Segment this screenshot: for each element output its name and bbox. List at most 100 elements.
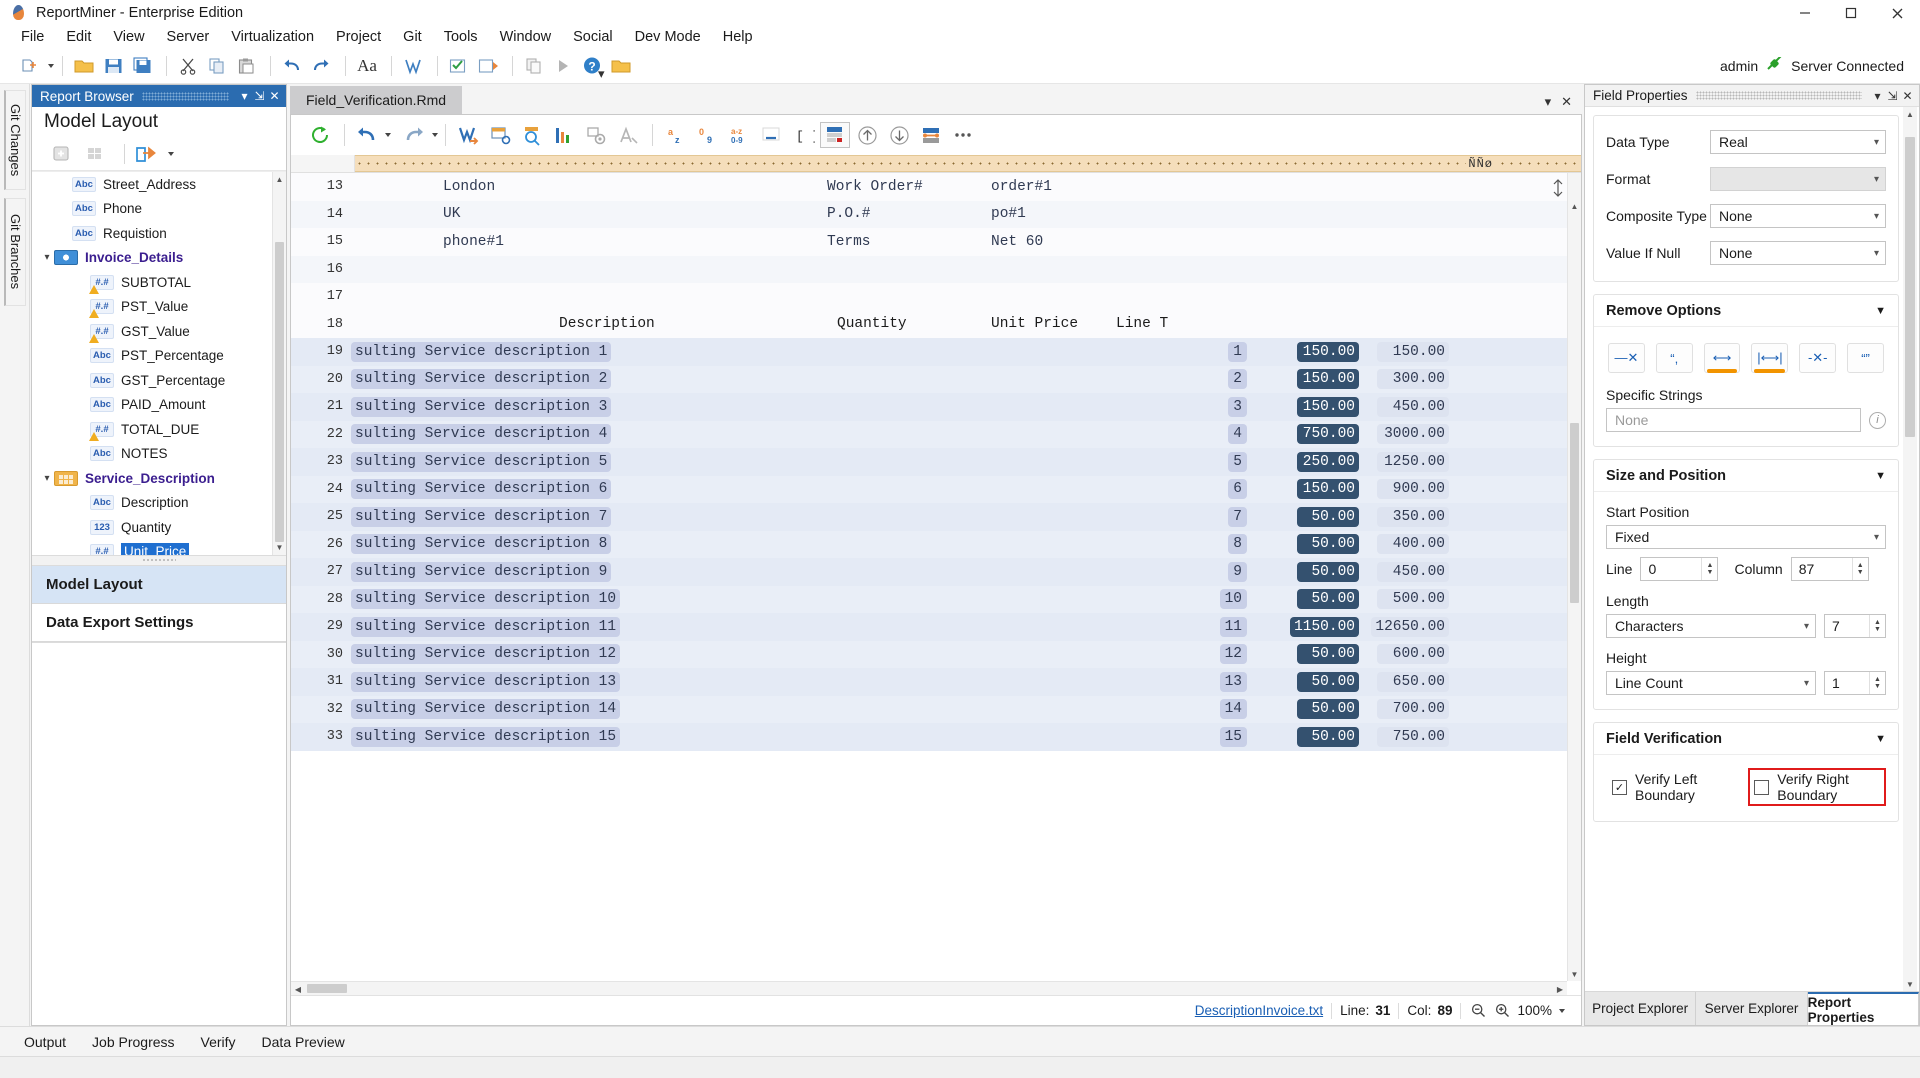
tab-report-properties[interactable]: Report Properties bbox=[1808, 992, 1919, 1025]
height-stepper[interactable]: 1 ▲▼ bbox=[1824, 671, 1886, 695]
collapse-chevron-icon[interactable]: ▼ bbox=[1875, 733, 1886, 745]
tree-node-street_address[interactable]: AbcStreet_Address bbox=[32, 172, 272, 197]
tree-node-invoice_details[interactable]: ▾Invoice_Details bbox=[32, 246, 272, 271]
tree-node-description[interactable]: AbcDescription bbox=[32, 491, 272, 516]
menu-virtualization[interactable]: Virtualization bbox=[220, 28, 325, 46]
fp-scroll-down-icon[interactable]: ▼ bbox=[1903, 977, 1917, 991]
menu-dev-mode[interactable]: Dev Mode bbox=[624, 28, 712, 46]
document-tab-field-verification[interactable]: Field_Verification.Rmd bbox=[290, 86, 462, 114]
editor-row[interactable]: 23sulting Service description 55250.0012… bbox=[291, 448, 1567, 476]
tree-node-quantity[interactable]: 123Quantity bbox=[32, 515, 272, 540]
sort-alpha-icon[interactable]: az bbox=[660, 122, 690, 148]
statistics-icon[interactable] bbox=[549, 122, 579, 148]
zoom-out-icon[interactable] bbox=[1469, 1002, 1487, 1020]
editor-row[interactable]: 13LondonWork Order#order#1 bbox=[291, 173, 1567, 201]
length-stepper[interactable]: 7 ▲▼ bbox=[1824, 614, 1886, 638]
model-tree-scrollbar[interactable]: ▲ ▼ bbox=[272, 172, 286, 555]
close-button[interactable] bbox=[1874, 0, 1920, 26]
format-select[interactable]: ▾ bbox=[1710, 167, 1886, 191]
editor-row[interactable]: 24sulting Service description 66150.0090… bbox=[291, 476, 1567, 504]
refresh-icon[interactable] bbox=[305, 122, 335, 148]
tree-node-gst_value[interactable]: #.#GST_Value bbox=[32, 319, 272, 344]
find-pattern-icon[interactable] bbox=[517, 122, 547, 148]
tree-node-unit_price[interactable]: #.#Unit_Price bbox=[32, 540, 272, 555]
menu-help[interactable]: Help bbox=[712, 28, 764, 46]
add-group-icon[interactable] bbox=[82, 142, 108, 166]
editor-horizontal-scrollbar[interactable]: ◀ ▶ bbox=[291, 981, 1567, 995]
fp-scroll-up-icon[interactable]: ▲ bbox=[1903, 107, 1917, 121]
font-icon[interactable]: Aa bbox=[354, 54, 380, 78]
editor-row[interactable]: 32sulting Service description 141450.007… bbox=[291, 696, 1567, 724]
section-model-layout[interactable]: Model Layout bbox=[32, 566, 286, 604]
editor-vertical-scrollbar[interactable]: ▲ ▼ bbox=[1567, 173, 1581, 981]
trim-both-sides-button[interactable]: ⟷ bbox=[1704, 343, 1741, 373]
document-tab-close-icon[interactable]: ✕ bbox=[1561, 94, 1572, 110]
undo-icon[interactable] bbox=[279, 54, 305, 78]
redo-step-icon[interactable] bbox=[399, 122, 429, 148]
value-if-null-select[interactable]: None ▾ bbox=[1710, 241, 1886, 265]
menu-git[interactable]: Git bbox=[392, 28, 433, 46]
zoom-level-label[interactable]: 100% bbox=[1517, 1003, 1552, 1018]
region-settings-icon[interactable] bbox=[485, 122, 515, 148]
find-icon[interactable] bbox=[400, 54, 426, 78]
move-down-icon[interactable] bbox=[884, 122, 914, 148]
tab-server-explorer[interactable]: Server Explorer bbox=[1696, 992, 1807, 1025]
panel-close-icon[interactable]: ✕ bbox=[267, 89, 282, 103]
menu-window[interactable]: Window bbox=[489, 28, 563, 46]
composite-type-select[interactable]: None ▾ bbox=[1710, 204, 1886, 228]
undo-step-icon[interactable] bbox=[352, 122, 382, 148]
remove-characters-button[interactable]: —✕ bbox=[1608, 343, 1645, 373]
editor-row[interactable]: 26sulting Service description 8850.00400… bbox=[291, 531, 1567, 559]
underline-field-icon[interactable] bbox=[756, 122, 786, 148]
advanced-settings-icon[interactable] bbox=[581, 122, 611, 148]
stepper-arrows-icon[interactable]: ▲▼ bbox=[1869, 672, 1885, 694]
tab-project-explorer[interactable]: Project Explorer bbox=[1585, 992, 1696, 1025]
editor-row[interactable]: 15phone#1TermsNet 60 bbox=[291, 228, 1567, 256]
toolbar-overflow-icon[interactable]: ▾ bbox=[598, 66, 605, 82]
tree-node-pst_value[interactable]: #.#PST_Value bbox=[32, 295, 272, 320]
model-tree[interactable]: AbcPOAbcTermsAbcBill_IDAbcCustomer_NameA… bbox=[32, 171, 286, 555]
specific-strings-input[interactable]: None bbox=[1606, 408, 1861, 432]
minimize-button[interactable] bbox=[1782, 0, 1828, 26]
editor-hscroll-thumb[interactable] bbox=[307, 984, 347, 993]
copy-job-icon[interactable] bbox=[521, 54, 547, 78]
field-properties-menu-icon[interactable]: ▾ bbox=[1870, 89, 1885, 103]
editor-scroll-left-icon[interactable]: ◀ bbox=[291, 982, 305, 995]
remove-quotes-comma-button[interactable]: “, bbox=[1656, 343, 1693, 373]
editor-row[interactable]: 31sulting Service description 131350.006… bbox=[291, 668, 1567, 696]
editor-row[interactable]: 27sulting Service description 9950.00450… bbox=[291, 558, 1567, 586]
menu-tools[interactable]: Tools bbox=[433, 28, 489, 46]
menu-view[interactable]: View bbox=[102, 28, 155, 46]
data-type-select[interactable]: Real ▾ bbox=[1710, 130, 1886, 154]
menu-social[interactable]: Social bbox=[562, 28, 624, 46]
info-icon[interactable]: i bbox=[1869, 412, 1886, 429]
auto-parse-icon[interactable] bbox=[453, 122, 483, 148]
open-project-icon[interactable] bbox=[608, 54, 634, 78]
editor-row[interactable]: 16 bbox=[291, 256, 1567, 284]
document-tab-menu-icon[interactable]: ▾ bbox=[1545, 94, 1552, 110]
editor-row[interactable]: 25sulting Service description 7750.00350… bbox=[291, 503, 1567, 531]
copy-icon[interactable] bbox=[204, 54, 230, 78]
scroll-up-arrow-icon[interactable]: ▲ bbox=[273, 172, 286, 186]
trim-inner-spaces-button[interactable]: |⟷| bbox=[1751, 343, 1788, 373]
redo-step-dropdown-icon[interactable] bbox=[432, 133, 438, 137]
tree-node-service_description[interactable]: ▾Service_Description bbox=[32, 466, 272, 491]
editor-scrollbar-thumb[interactable] bbox=[1570, 423, 1579, 603]
tree-node-paid_amount[interactable]: AbcPAID_Amount bbox=[32, 393, 272, 418]
tree-node-notes[interactable]: AbcNOTES bbox=[32, 442, 272, 467]
editor-split-handle[interactable] bbox=[1551, 179, 1565, 200]
scrollbar-thumb[interactable] bbox=[275, 242, 284, 542]
bottom-tab-verify[interactable]: Verify bbox=[201, 1034, 236, 1050]
format-text-icon[interactable] bbox=[613, 122, 643, 148]
verify-report-icon[interactable] bbox=[446, 54, 472, 78]
zoom-in-icon[interactable] bbox=[1493, 1002, 1511, 1020]
sort-numeric-icon[interactable]: 09 bbox=[692, 122, 722, 148]
editor-row[interactable]: 21sulting Service description 33150.0045… bbox=[291, 393, 1567, 421]
size-and-position-header[interactable]: Size and Position ▼ bbox=[1594, 460, 1898, 492]
stepper-arrows-icon[interactable]: ▲▼ bbox=[1852, 558, 1868, 580]
verify-right-boundary-checkbox[interactable]: Verify Right Boundary bbox=[1748, 768, 1886, 806]
align-fields-icon[interactable] bbox=[916, 122, 946, 148]
maximize-button[interactable] bbox=[1828, 0, 1874, 26]
editor-scroll-right-icon[interactable]: ▶ bbox=[1553, 982, 1567, 995]
more-options-icon[interactable] bbox=[948, 122, 978, 148]
